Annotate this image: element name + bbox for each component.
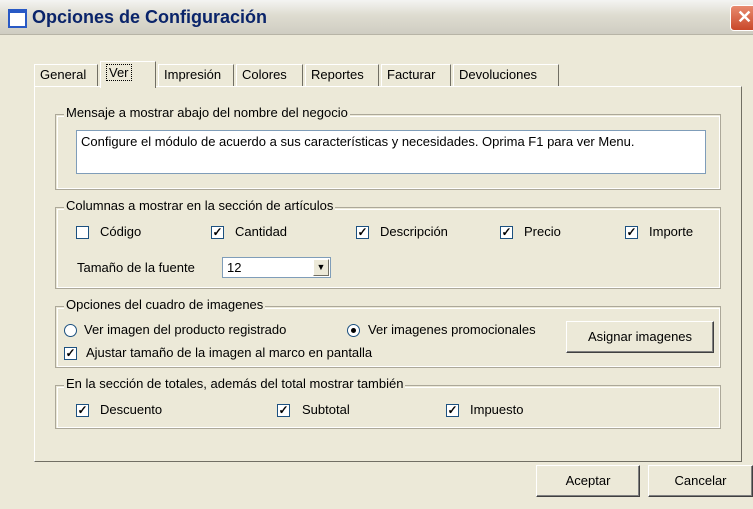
columns-group-legend: Columnas a mostrar en la sección de artí…: [64, 198, 336, 213]
font-size-select[interactable]: 12 ▼: [222, 257, 331, 278]
cancel-button[interactable]: Cancelar: [648, 465, 753, 497]
business-message-input[interactable]: Configure el módulo de acuerdo a sus car…: [76, 130, 706, 174]
tab-reportes[interactable]: Reportes: [305, 64, 379, 86]
window-icon: [8, 9, 27, 28]
assign-images-button[interactable]: Asignar imagenes: [566, 321, 714, 353]
label-impuesto: Impuesto: [470, 402, 524, 417]
tab-general[interactable]: General: [34, 64, 98, 86]
tab-facturar[interactable]: Facturar: [381, 64, 451, 86]
font-size-value: 12: [227, 260, 242, 275]
tab-colores[interactable]: Colores: [236, 64, 303, 86]
message-group-legend: Mensaje a mostrar abajo del nombre del n…: [64, 105, 350, 120]
checkbox-cantidad[interactable]: ✓: [211, 226, 224, 239]
label-promo-images: Ver imagenes promocionales: [368, 322, 536, 337]
radio-product-image[interactable]: [64, 324, 77, 337]
checkbox-impuesto[interactable]: ✓: [446, 404, 459, 417]
close-icon[interactable]: ✕: [730, 5, 753, 31]
checkbox-importe[interactable]: ✓: [625, 226, 638, 239]
title-bar: Opciones de Configuración ✕: [0, 0, 753, 35]
checkbox-subtotal[interactable]: ✓: [277, 404, 290, 417]
tab-ver-label: Ver: [106, 64, 132, 81]
accept-button[interactable]: Aceptar: [536, 465, 640, 497]
checkbox-descripcion[interactable]: ✓: [356, 226, 369, 239]
window-title: Opciones de Configuración: [32, 7, 268, 27]
images-group-legend: Opciones del cuadro de imagenes: [64, 297, 266, 312]
label-subtotal: Subtotal: [302, 402, 350, 417]
tab-devoluciones[interactable]: Devoluciones: [453, 64, 559, 86]
label-product-image: Ver imagen del producto registrado: [84, 322, 287, 337]
font-size-label: Tamaño de la fuente: [77, 260, 195, 275]
label-codigo: Código: [100, 224, 142, 239]
checkbox-precio[interactable]: ✓: [500, 226, 513, 239]
tab-impresion[interactable]: Impresión: [158, 64, 234, 86]
radio-promo-images[interactable]: [347, 324, 360, 337]
chevron-down-icon[interactable]: ▼: [313, 259, 329, 276]
label-importe: Importe: [649, 224, 694, 239]
tab-ver[interactable]: Ver: [100, 61, 156, 88]
label-precio: Precio: [524, 224, 561, 239]
label-descuento: Descuento: [100, 402, 163, 417]
label-descripcion: Descripción: [380, 224, 448, 239]
checkbox-codigo[interactable]: [76, 226, 89, 239]
label-fit-image: Ajustar tamaño de la imagen al marco en …: [86, 345, 373, 360]
checkbox-descuento[interactable]: ✓: [76, 404, 89, 417]
totals-group-legend: En la sección de totales, además del tot…: [64, 376, 406, 391]
columns-group: Columnas a mostrar en la sección de artí…: [55, 198, 721, 289]
checkbox-fit-image[interactable]: ✓: [64, 347, 77, 360]
label-cantidad: Cantidad: [235, 224, 288, 239]
